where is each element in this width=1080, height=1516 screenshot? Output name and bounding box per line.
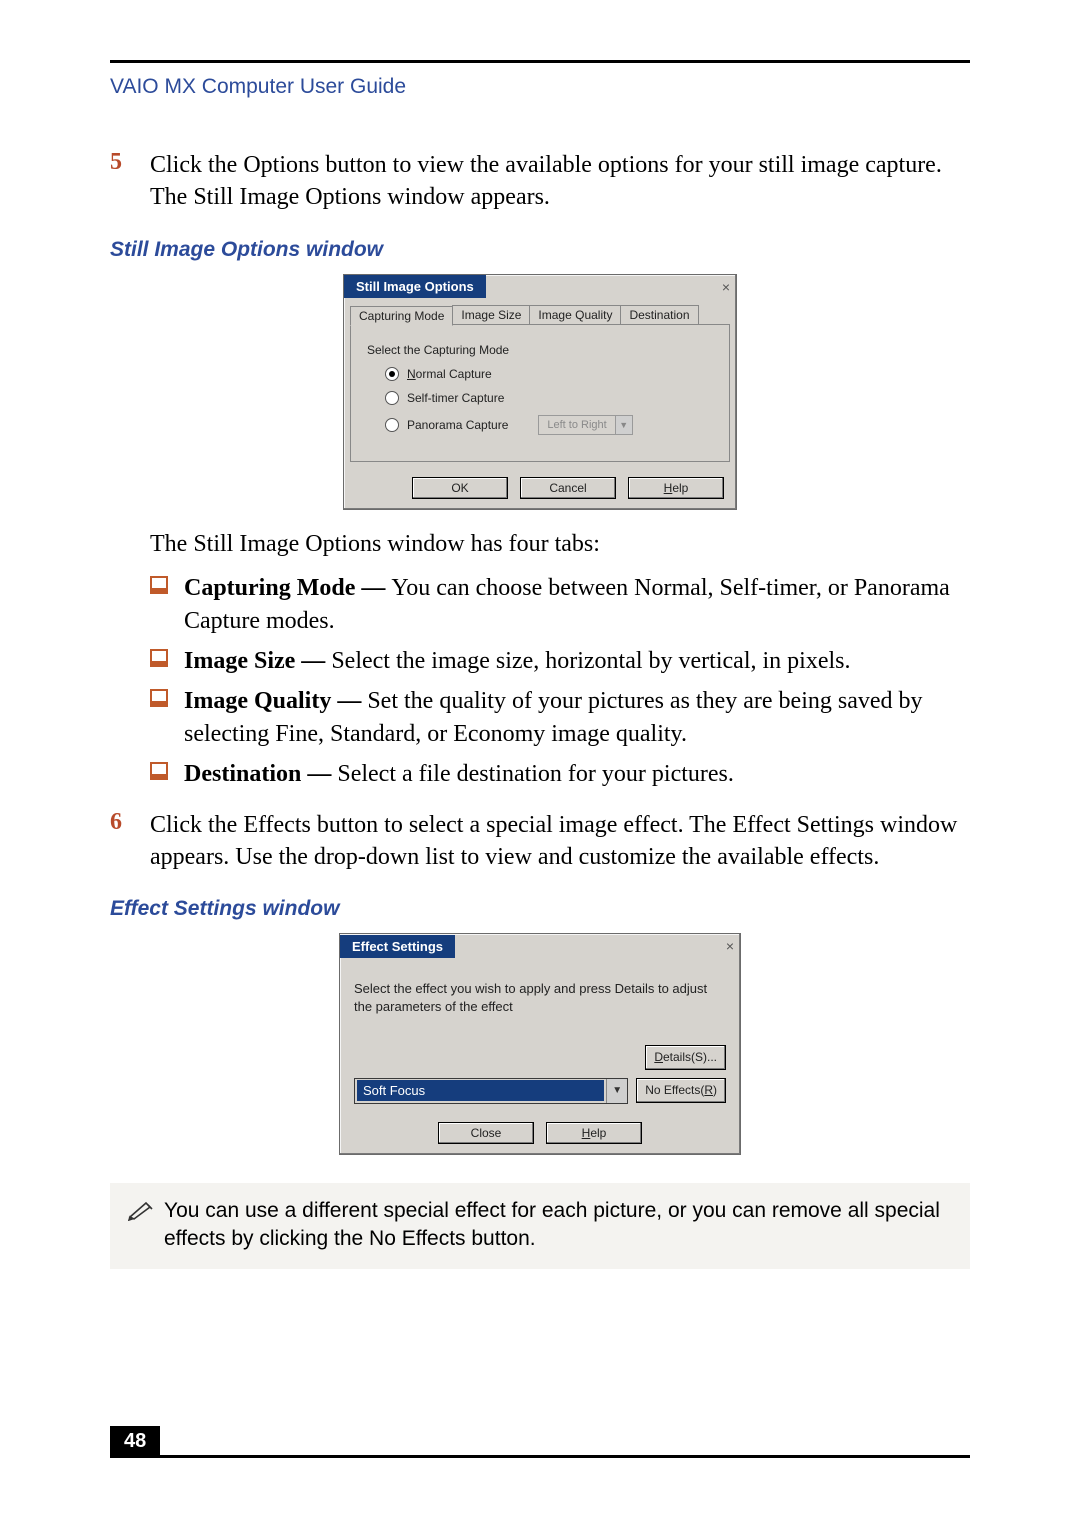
dialog-titlebar: Effect Settings × <box>340 934 740 958</box>
dialog-titlebar: Still Image Options × <box>344 275 736 299</box>
document-page: VAIO MX Computer User Guide 5 Click the … <box>0 0 1080 1516</box>
radio-icon <box>385 418 399 432</box>
radio-label-u: N <box>407 367 416 381</box>
panorama-direction-select: Left to Right ▼ <box>538 415 632 435</box>
list-item: Image Size — Select the image size, hori… <box>150 645 970 677</box>
bullet-bold: Image Size — <box>184 648 331 674</box>
select-value: Left to Right <box>539 419 614 431</box>
dialog-body: Select the effect you wish to apply and … <box>340 958 740 1113</box>
footer-rule <box>110 1455 970 1458</box>
radio-normal-capture[interactable]: Normal Capture <box>385 367 713 381</box>
effect-select-row: Soft Focus ▼ No Effects(R) <box>354 1078 726 1104</box>
tab-panel: Select the Capturing Mode Normal Capture… <box>350 324 730 462</box>
help-button[interactable]: Help <box>628 477 724 499</box>
radio-label: ormal Capture <box>416 367 492 381</box>
list-item: Destination — Select a file destination … <box>150 758 970 790</box>
help-button[interactable]: Help <box>546 1122 642 1144</box>
tab-image-size[interactable]: Image Size <box>452 305 530 325</box>
dialog-title: Still Image Options <box>344 275 486 298</box>
effect-settings-dialog-figure: Effect Settings × Select the effect you … <box>110 933 970 1154</box>
list-item: Capturing Mode — You can choose between … <box>150 572 970 637</box>
bullet-icon <box>150 758 184 780</box>
radio-label: Panorama Capture <box>407 418 508 432</box>
bullet-rest: Select the image size, horizontal by ver… <box>331 648 850 674</box>
chevron-down-icon: ▼ <box>615 416 632 434</box>
step-5: 5 Click the Options button to view the a… <box>110 149 970 214</box>
step-text: Click the Options button to view the ava… <box>150 149 970 214</box>
details-button-row: Details(S)... <box>354 1045 726 1069</box>
ok-button[interactable]: OK <box>412 477 508 499</box>
bullet-bold: Image Quality — <box>184 688 367 714</box>
details-button[interactable]: Details(S)... <box>645 1045 726 1069</box>
bullet-bold: Capturing Mode — <box>184 575 391 601</box>
step-number: 5 <box>110 149 150 176</box>
radio-panorama-capture[interactable]: Panorama Capture Left to Right ▼ <box>385 415 713 435</box>
tab-capturing-mode[interactable]: Capturing Mode <box>350 306 453 326</box>
bullet-bold: Destination — <box>184 761 337 787</box>
radio-label: Self-timer Capture <box>407 391 504 405</box>
effect-instructions: Select the effect you wish to apply and … <box>354 980 726 1015</box>
panel-prompt: Select the Capturing Mode <box>367 343 713 357</box>
post-figure-para: The Still Image Options window has four … <box>150 528 970 560</box>
figure-caption-1: Still Image Options window <box>110 238 970 262</box>
page-number: 48 <box>110 1426 160 1457</box>
page-footer: 48 <box>110 1426 970 1458</box>
effect-select[interactable]: Soft Focus ▼ <box>354 1078 628 1104</box>
radio-self-timer-capture[interactable]: Self-timer Capture <box>385 391 713 405</box>
bullet-rest: Select a file destination for your pictu… <box>337 761 734 787</box>
tab-strip: Capturing Mode Image Size Image Quality … <box>344 299 736 325</box>
step-6: 6 Click the Effects button to select a s… <box>110 809 970 874</box>
step-text: Click the Effects button to select a spe… <box>150 809 970 874</box>
step-number: 6 <box>110 809 150 836</box>
list-item: Image Quality — Set the quality of your … <box>150 685 970 750</box>
note-box: You can use a different special effect f… <box>110 1183 970 1270</box>
dialog-button-row: Close Help <box>340 1114 740 1154</box>
top-rule <box>110 60 970 63</box>
radio-icon <box>385 367 399 381</box>
no-effects-button[interactable]: No Effects(R) <box>636 1078 726 1102</box>
close-icon[interactable]: × <box>720 938 740 954</box>
bullet-icon <box>150 685 184 707</box>
tab-image-quality[interactable]: Image Quality <box>529 305 621 325</box>
figure-caption-2: Effect Settings window <box>110 897 970 921</box>
select-value: Soft Focus <box>357 1080 604 1102</box>
close-button[interactable]: Close <box>438 1122 534 1144</box>
note-text: You can use a different special effect f… <box>164 1197 952 1254</box>
cancel-button[interactable]: Cancel <box>520 477 616 499</box>
bullet-icon <box>150 572 184 594</box>
dialog-button-row: OK Cancel Help <box>344 469 736 509</box>
still-image-dialog: Still Image Options × Capturing Mode Ima… <box>343 274 737 510</box>
tab-destination[interactable]: Destination <box>620 305 698 325</box>
still-image-dialog-figure: Still Image Options × Capturing Mode Ima… <box>110 274 970 510</box>
running-head: VAIO MX Computer User Guide <box>110 75 970 99</box>
tab-descriptions-list: Capturing Mode — You can choose between … <box>150 572 970 790</box>
close-icon[interactable]: × <box>716 279 736 295</box>
note-icon <box>128 1197 154 1229</box>
dialog-title: Effect Settings <box>340 935 455 958</box>
effect-settings-dialog: Effect Settings × Select the effect you … <box>339 933 741 1154</box>
chevron-down-icon[interactable]: ▼ <box>606 1079 627 1103</box>
bullet-icon <box>150 645 184 667</box>
radio-icon <box>385 391 399 405</box>
